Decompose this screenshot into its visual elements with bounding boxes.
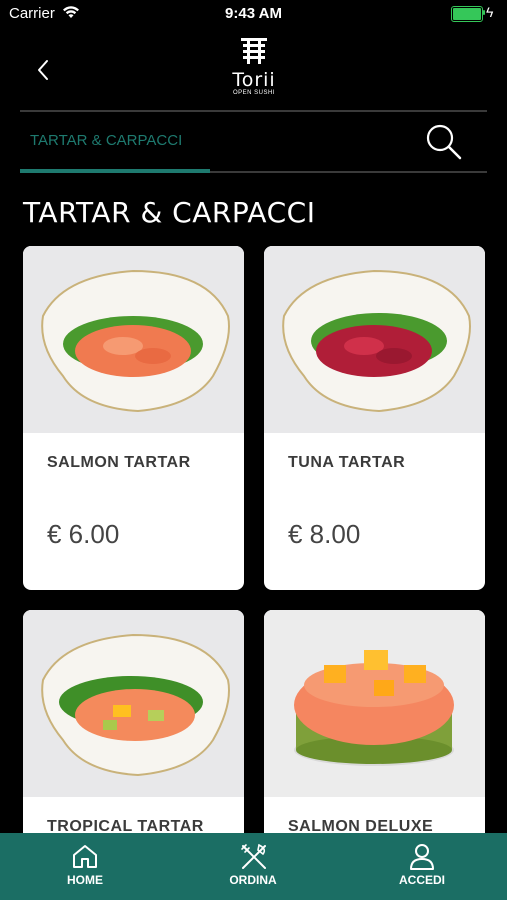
product-price: € 8.00	[288, 519, 361, 549]
product-card[interactable]: SALMON DELUXE	[264, 610, 485, 836]
active-tab-indicator	[20, 169, 210, 173]
tab-ordina[interactable]: ORDINA	[203, 833, 303, 900]
product-card[interactable]: TROPICAL TARTAR	[23, 610, 244, 836]
search-button[interactable]	[424, 122, 464, 162]
status-bar: Carrier 9:43 AM ϟ	[0, 0, 507, 28]
product-name: TUNA TARTAR	[288, 454, 406, 471]
product-name: SALMON TARTAR	[47, 454, 191, 471]
home-icon	[73, 845, 97, 868]
tab-home-label: HOME	[67, 873, 103, 887]
user-icon	[410, 844, 434, 870]
tab-accedi-label: ACCEDI	[398, 873, 445, 887]
chevron-left-icon	[38, 60, 48, 80]
tab-accedi[interactable]: ACCEDI	[372, 833, 472, 900]
product-image	[23, 610, 244, 797]
tab-ordina-label: ORDINA	[229, 873, 277, 887]
product-image	[264, 246, 485, 433]
battery-icon: ϟ	[451, 4, 495, 22]
search-icon	[426, 124, 462, 160]
logo-brand: Torii	[232, 69, 276, 91]
utensils-icon	[241, 843, 266, 869]
clock: 9:43 AM	[225, 5, 282, 22]
tab-home[interactable]: HOME	[35, 833, 135, 900]
nav-bar: Torii OPEN SUSHI	[0, 28, 507, 110]
tab-divider	[210, 171, 487, 173]
section-title: TARTAR & CARPACCI	[23, 196, 316, 229]
product-card[interactable]: TUNA TARTAR € 8.00	[264, 246, 485, 590]
tab-tartar-carpacci[interactable]: TARTAR & CARPACCI	[20, 112, 220, 170]
back-button[interactable]	[30, 52, 60, 88]
torii-gate-icon	[241, 38, 267, 64]
product-grid: SALMON TARTAR € 6.00 TUNA TARTAR € 8.00	[23, 246, 485, 836]
product-card[interactable]: SALMON TARTAR € 6.00	[23, 246, 244, 590]
product-price: € 6.00	[47, 519, 120, 549]
logo: Torii OPEN SUSHI	[222, 38, 286, 100]
product-image	[264, 610, 485, 797]
bottom-tab-bar: HOME ORDINA ACCEDI	[0, 833, 507, 900]
category-tabs: TARTAR & CARPACCI	[20, 112, 487, 174]
product-image	[23, 246, 244, 433]
